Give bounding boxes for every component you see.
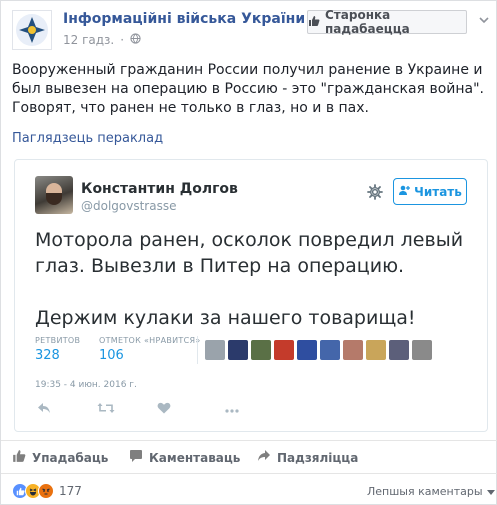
reaction-count[interactable]: 177 — [59, 484, 82, 498]
heart-icon[interactable] — [157, 402, 171, 418]
tweet-text-line: Держим кулаки за нашего товарища! — [35, 307, 416, 329]
tweet-author-name[interactable]: Константин Долгов — [81, 181, 238, 197]
caret-down-icon — [486, 485, 495, 498]
comment-button[interactable]: Каментаваць — [129, 449, 240, 467]
liker-avatar[interactable] — [389, 340, 409, 360]
thumbs-up-icon — [12, 449, 26, 467]
tweet-author-avatar[interactable] — [35, 176, 73, 214]
like-page-label: Старонка падабаецца — [325, 8, 410, 36]
like-button[interactable]: Упадабаць — [12, 449, 108, 467]
follow-label: Читать — [414, 184, 462, 199]
tweet-text-line: Моторола ранен, осколок повредил левый г… — [35, 229, 464, 277]
reactions-summary[interactable]: 177 — [12, 483, 82, 499]
liker-avatars — [205, 340, 432, 360]
comment-icon — [129, 449, 143, 467]
facebook-post: Інформаційні війська України 12 гадз. · … — [0, 0, 497, 505]
comment-sort-dropdown[interactable]: Лепшыя каментары — [367, 485, 495, 498]
thumbs-up-icon — [308, 15, 320, 30]
liker-avatar[interactable] — [228, 340, 248, 360]
globe-icon[interactable] — [130, 33, 141, 47]
see-translation-link[interactable]: Паглядзець пераклад — [12, 131, 163, 146]
like-page-button[interactable]: Старонка падабаецца — [307, 8, 467, 36]
chevron-down-icon[interactable] — [479, 13, 489, 27]
tweet-author-handle[interactable]: @dolgovstrasse — [81, 199, 176, 213]
embedded-tweet[interactable]: Константин Долгов @dolgovstrasse Читать … — [14, 159, 488, 432]
likes-label: ОТМЕТОК «НРАВИТСЯ» — [99, 336, 201, 345]
retweets-label: РЕТВИТОВ — [35, 336, 81, 345]
retweets-count[interactable]: 328 — [35, 348, 60, 363]
post-text: Вооруженный гражданин России получил ран… — [12, 62, 484, 116]
gear-icon[interactable] — [365, 182, 385, 202]
post-time[interactable]: 12 гадз. — [63, 33, 114, 47]
liker-avatar[interactable] — [412, 340, 432, 360]
follow-button[interactable]: Читать — [393, 178, 467, 205]
comment-sort-label: Лепшыя каментары — [367, 485, 483, 498]
stats-divider — [197, 336, 198, 364]
add-user-icon — [398, 185, 411, 199]
tweet-date[interactable]: 19:35 - 4 июн. 2016 г. — [35, 380, 137, 390]
likes-count[interactable]: 106 — [99, 348, 124, 363]
liker-avatar[interactable] — [297, 340, 317, 360]
reply-icon[interactable] — [37, 402, 51, 418]
share-icon — [257, 449, 271, 467]
tweet-actions — [35, 402, 255, 420]
angry-reaction-icon — [38, 483, 54, 499]
share-button[interactable]: Падзяліцца — [257, 449, 358, 467]
liker-avatar[interactable] — [343, 340, 363, 360]
liker-avatar[interactable] — [366, 340, 386, 360]
page-avatar[interactable] — [12, 10, 52, 50]
liker-avatar[interactable] — [274, 340, 294, 360]
liker-avatar[interactable] — [205, 340, 225, 360]
page-name-link[interactable]: Інформаційні війська України — [63, 11, 305, 27]
share-label: Падзяліцца — [277, 451, 359, 465]
post-action-bar: Упадабаць Каментаваць Падзяліцца — [1, 440, 497, 474]
post-meta: 12 гадз. · — [63, 33, 141, 47]
liker-avatar[interactable] — [251, 340, 271, 360]
emblem-icon — [16, 14, 48, 46]
like-label: Упадабаць — [32, 451, 109, 465]
liker-avatar[interactable] — [320, 340, 340, 360]
more-icon[interactable] — [225, 402, 239, 417]
retweet-icon[interactable] — [97, 402, 115, 418]
comment-label: Каментаваць — [149, 451, 241, 465]
